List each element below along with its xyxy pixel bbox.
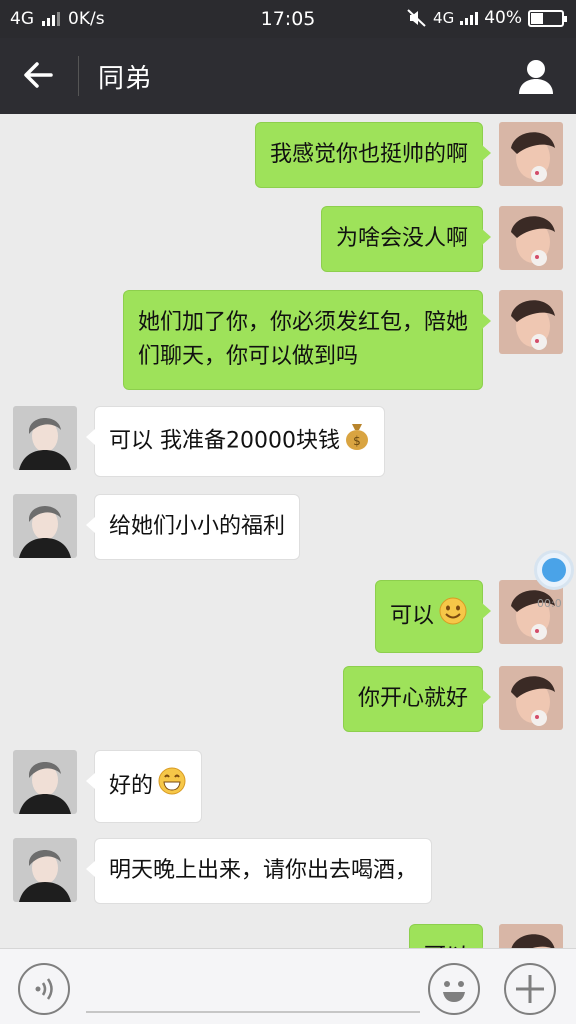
grinning-face-icon [157,766,187,807]
message-text: 可以 我准备20000块钱 [109,428,340,454]
message-text: 好的 [109,773,154,799]
chat-header: 同弟 [0,38,576,114]
avatar[interactable] [499,666,563,730]
emoji-button[interactable] [428,963,480,1015]
profile-button[interactable] [516,56,556,96]
avatar[interactable] [13,406,77,470]
message-bubble[interactable]: 可以 [408,924,492,948]
arrow-left-icon [24,62,53,88]
input-bar [0,948,576,1024]
battery-fill [531,12,543,24]
plus-icon [516,975,544,1003]
floating-ball-label: 00:0 [537,597,562,610]
message-bubble[interactable]: 为啥会没人啊 [320,206,492,272]
svg-text:$: $ [353,434,361,448]
status-bar: 4G 0K/s 17:05 4G 40% [0,0,576,38]
message-input[interactable] [86,1011,420,1013]
message-line: 们聊天，你可以做到吗 [137,344,358,369]
chat-title: 同弟 [98,64,153,94]
avatar[interactable] [13,838,77,902]
message-bubble[interactable]: 她们加了你，你必须发红包，陪她 们聊天，你可以做到吗 [122,290,492,390]
person-icon [519,60,553,94]
mute-icon [407,9,426,27]
battery-icon [528,9,567,27]
message-line: 她们加了你，你必须发红包，陪她 [137,310,468,335]
message-bubble[interactable]: 明天晚上出来，请你出去喝酒， [85,838,433,904]
avatar[interactable] [499,290,563,354]
voice-icon [35,978,53,1000]
floating-ball-icon [542,558,566,582]
message-bubble[interactable]: 我感觉你也挺帅的啊 [254,122,492,188]
message-text: 可以 [389,603,434,629]
avatar[interactable] [499,206,563,270]
avatar[interactable] [499,924,563,948]
header-divider [78,56,79,96]
avatar[interactable] [13,494,77,558]
signal-icon-right [460,11,479,25]
smiling-face-icon [438,596,468,637]
message-bubble[interactable]: 可以 我准备20000块钱 $ [86,406,385,477]
message-list[interactable]: 我感觉你也挺帅的啊 为啥会没人啊 她们加了你，你必须发红包，陪她 们聊天，你可以… [0,114,576,948]
voice-button[interactable] [18,963,70,1015]
message-bubble[interactable]: 好的 [85,750,203,823]
message-bubble[interactable]: 给她们小小的福利 [85,494,301,560]
money-bag-icon: $ [344,422,370,461]
avatar[interactable] [499,122,563,186]
avatar[interactable] [13,750,77,814]
battery-percent: 40% [484,8,522,28]
message-bubble[interactable]: 可以 [374,580,492,653]
back-button[interactable] [18,58,58,94]
emoji-icon [443,981,465,1002]
floating-ball-button[interactable] [534,550,574,590]
message-bubble[interactable]: 你开心就好 [342,666,492,732]
more-button[interactable] [504,963,556,1015]
network-type-right: 4G [433,9,455,27]
